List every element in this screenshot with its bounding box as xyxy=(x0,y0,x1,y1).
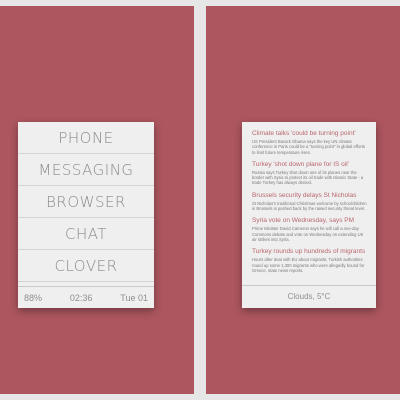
news-headline: Climate talks 'could be turning point' xyxy=(252,130,356,137)
news-summary: St Nicholas's traditional Christmas welc… xyxy=(252,200,367,212)
news-item[interactable]: Climate talks 'could be turning point' U… xyxy=(252,130,368,155)
launcher-card: PHONE MESSAGING BROWSER CHAT CLOVER 88% … xyxy=(18,122,154,308)
news-list: Climate talks 'could be turning point' U… xyxy=(242,122,376,273)
app-browser[interactable]: BROWSER xyxy=(18,186,154,218)
news-headline: Syria vote on Wednesday, says PM xyxy=(252,217,355,225)
app-messaging[interactable]: MESSAGING xyxy=(18,154,154,186)
news-item[interactable]: Syria vote on Wednesday, says PM Prime M… xyxy=(252,217,368,242)
news-headline: Turkey rounds up hundreds of migrants xyxy=(252,248,366,256)
news-summary: US President Barack Obama says the key U… xyxy=(252,139,366,155)
news-card: Climate talks 'could be turning point' U… xyxy=(242,122,376,308)
news-summary: Hours after deal with EU about migrants,… xyxy=(252,257,365,273)
status-bar: 88% 02:36 Tue 01 xyxy=(18,286,154,308)
news-item[interactable]: Brussels security delays St Nicholas St … xyxy=(252,192,368,212)
news-item[interactable]: Turkey rounds up hundreds of migrants Ho… xyxy=(252,248,368,273)
app-chat[interactable]: CHAT xyxy=(18,218,154,250)
weather-status: Clouds, 5°C xyxy=(242,285,376,308)
date-label: Tue 01 xyxy=(120,292,148,303)
clock-time: 02:36 xyxy=(69,292,93,303)
news-item[interactable]: Turkey 'shot down plane for IS oil' Russ… xyxy=(252,161,368,186)
news-headline: Turkey 'shot down plane for IS oil' xyxy=(252,160,349,168)
news-summary: Prime Minister David Cameron says he wil… xyxy=(252,226,364,242)
news-summary: Russia says Turkey shot down one of its … xyxy=(252,169,364,186)
app-phone[interactable]: PHONE xyxy=(18,122,154,154)
launcher-screen: PHONE MESSAGING BROWSER CHAT CLOVER 88% … xyxy=(0,6,194,394)
news-headline: Brussels security delays St Nicholas xyxy=(252,191,357,199)
battery-level: 88% xyxy=(24,292,43,303)
news-screen: Climate talks 'could be turning point' U… xyxy=(206,6,400,394)
app-clover[interactable]: CLOVER xyxy=(18,250,154,282)
